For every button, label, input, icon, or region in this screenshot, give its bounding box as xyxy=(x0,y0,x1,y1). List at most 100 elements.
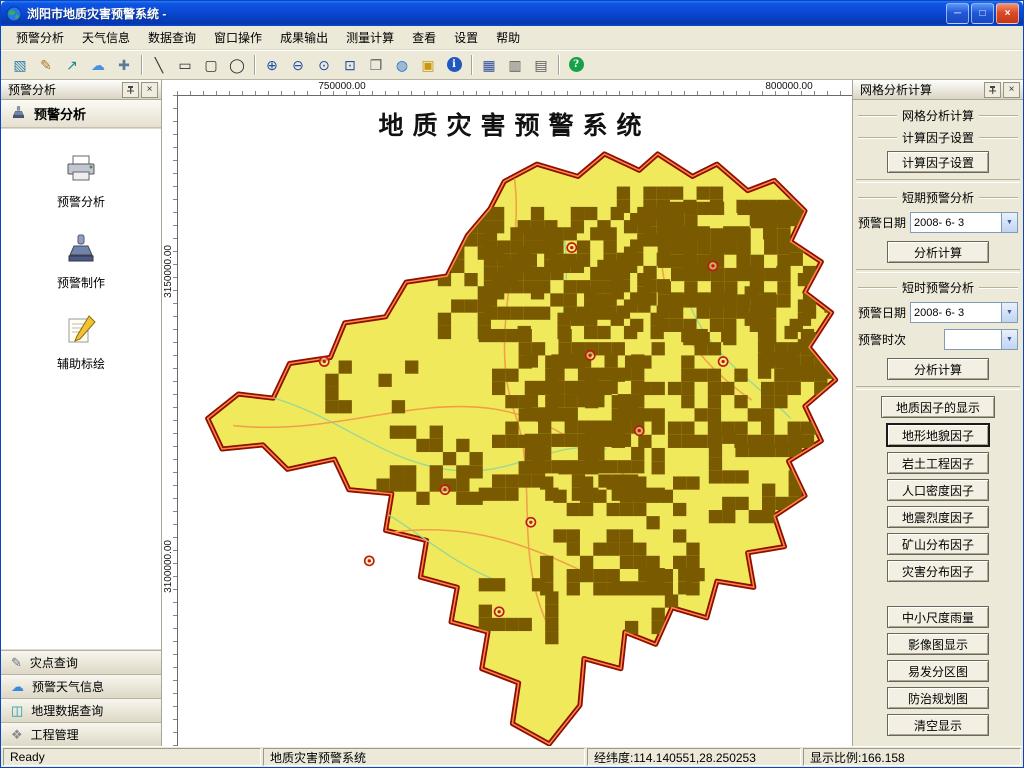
minimize-button[interactable]: ─ xyxy=(946,3,969,24)
btn-terrain-factor[interactable]: 地形地貌因子 xyxy=(886,423,990,447)
tool-aux-plot[interactable]: 辅助标绘 xyxy=(1,313,161,372)
chevron-down-icon[interactable]: ▼ xyxy=(1001,330,1017,349)
right-panel-titlebar: 网格分析计算 × xyxy=(853,80,1023,100)
draw-roundrect-icon[interactable]: ▢ xyxy=(199,53,223,77)
left-panel-header-label: 预警分析 xyxy=(34,104,86,123)
btn-susceptibility-zoning[interactable]: 易发分区图 xyxy=(887,660,989,682)
move-tool-icon[interactable]: ✚ xyxy=(112,53,136,77)
bar-warning-weather-info[interactable]: ☁ 预警天气信息 xyxy=(1,674,161,698)
short-time-caption: 短时预警分析 xyxy=(858,279,1018,296)
factor-display-button[interactable]: 地质因子的显示 xyxy=(881,396,995,418)
tool-warning-analysis-label: 预警分析 xyxy=(57,193,105,210)
chevron-down-icon[interactable]: ▼ xyxy=(1001,303,1017,322)
printer-icon xyxy=(64,151,98,188)
btn-meso-rainfall[interactable]: 中小尺度雨量 xyxy=(887,606,989,628)
right-panel: 网格分析计算 × 网格分析计算 计算因子设置 计算因子设置 xyxy=(852,80,1023,746)
left-panel-header[interactable]: 预警分析 xyxy=(1,100,161,128)
factor-setup-caption: 计算因子设置 xyxy=(858,129,1018,146)
tool-warning-produce-label: 预警制作 xyxy=(57,274,105,291)
btn-disaster-distribution-factor[interactable]: 灾害分布因子 xyxy=(887,560,989,582)
zoom-actual-icon[interactable]: ⊙ xyxy=(312,53,336,77)
short-time-analyze-button[interactable]: 分析计算 xyxy=(887,358,989,380)
map-area[interactable]: 750000.00 800000.00 3150000.00 3100000.0… xyxy=(162,80,852,746)
menu-result-output[interactable]: 成果输出 xyxy=(271,26,337,49)
menu-window-ops[interactable]: 窗口操作 xyxy=(205,26,271,49)
map-canvas[interactable] xyxy=(177,95,852,746)
tools-icon: ❖ xyxy=(11,728,23,741)
draw-ellipse-icon[interactable]: ◯ xyxy=(225,53,249,77)
pick-tool-icon[interactable]: ↗ xyxy=(60,53,84,77)
zoom-out-icon[interactable]: ⊖ xyxy=(286,53,310,77)
cloud-icon: ☁ xyxy=(11,680,24,693)
ruler-label-y1: 3150000.00 xyxy=(163,245,174,298)
draw-line-icon[interactable]: ╲ xyxy=(147,53,171,77)
right-panel-content: 网格分析计算 计算因子设置 计算因子设置 短期预警分析 预警日期 xyxy=(853,100,1023,746)
bar-project-management[interactable]: ❖工程管理 xyxy=(1,722,161,746)
divider xyxy=(856,179,1020,183)
left-panel-titlebar: 预警分析 × xyxy=(1,80,161,100)
close-button[interactable]: × xyxy=(996,3,1019,24)
layer-display-icon[interactable]: ▣ xyxy=(416,53,440,77)
pin-icon[interactable] xyxy=(984,82,1001,98)
btn-seismic-intensity-factor[interactable]: 地震烈度因子 xyxy=(887,506,989,528)
bar-disaster-point-query[interactable]: ✎灾点查询 xyxy=(1,650,161,674)
bar-geo-data-query[interactable]: ◫ 地理数据查询 xyxy=(1,698,161,722)
short-time-period-combo[interactable]: ▼ xyxy=(944,329,1018,350)
menu-view[interactable]: 查看 xyxy=(403,26,445,49)
short-term-caption: 短期预警分析 xyxy=(858,189,1018,206)
menu-measure-calc[interactable]: 测量计算 xyxy=(337,26,403,49)
menu-settings[interactable]: 设置 xyxy=(445,26,487,49)
draw-rectangle-icon[interactable]: ▭ xyxy=(173,53,197,77)
chevron-down-icon[interactable]: ▼ xyxy=(1001,213,1017,232)
database-icon: ◫ xyxy=(11,704,23,717)
btn-imagery-display[interactable]: 影像图显示 xyxy=(887,633,989,655)
main-area: 预警分析 × 预警分析 预警分析预警制作辅助标绘 ✎灾点查询 ☁ 预警天气信息 ◫ 地理… xyxy=(1,80,1023,746)
tool-warning-analysis[interactable]: 预警分析 xyxy=(1,151,161,210)
globe-icon[interactable]: ◍ xyxy=(390,53,414,77)
btn-mine-distribution-factor[interactable]: 矿山分布因子 xyxy=(887,533,989,555)
tool-warning-produce[interactable]: 预警制作 xyxy=(1,232,161,291)
menu-weather-info[interactable]: 天气信息 xyxy=(73,26,139,49)
short-term-analyze-button[interactable]: 分析计算 xyxy=(887,241,989,263)
cloud-annotation-icon[interactable]: ☁ xyxy=(86,53,110,77)
bar-warning-weather-info-label: 预警天气信息 xyxy=(32,678,104,695)
status-coordinates: 经纬度:114.140551,28.250253 xyxy=(587,748,801,766)
ruler-label-x1: 750000.00 xyxy=(318,81,365,92)
bar-disaster-point-query-label: 灾点查询 xyxy=(30,654,78,671)
select-region-icon[interactable]: ▧ xyxy=(8,53,32,77)
print-preview-icon[interactable]: ▥ xyxy=(503,53,527,77)
left-panel-title: 预警分析 xyxy=(8,81,120,98)
info-icon[interactable]: i xyxy=(442,53,466,77)
short-time-date-combo[interactable]: 2008- 6- 3 ▼ xyxy=(910,302,1018,323)
edit-feature-icon[interactable]: ✎ xyxy=(34,53,58,77)
right-panel-title: 网格分析计算 xyxy=(860,81,982,98)
restore-button[interactable]: □ xyxy=(971,3,994,24)
short-term-date-combo[interactable]: 2008- 6- 3 ▼ xyxy=(910,212,1018,233)
close-icon[interactable]: × xyxy=(1003,82,1020,98)
zoom-in-icon[interactable]: ⊕ xyxy=(260,53,284,77)
stamp-icon xyxy=(64,232,98,269)
grid-analysis-caption: 网格分析计算 xyxy=(858,107,1018,124)
print-icon[interactable]: ▤ xyxy=(529,53,553,77)
divider xyxy=(856,269,1020,273)
help-icon[interactable]: ? xyxy=(564,53,588,77)
toolbar-separator xyxy=(471,55,472,75)
btn-geotech-factor[interactable]: 岩土工程因子 xyxy=(887,452,989,474)
btn-clear-display[interactable]: 清空显示 xyxy=(887,714,989,736)
menu-help[interactable]: 帮助 xyxy=(487,26,529,49)
toolbar-separator xyxy=(141,55,142,75)
copy-view-icon[interactable]: ❐ xyxy=(364,53,388,77)
short-term-date-label: 预警日期 xyxy=(858,214,910,231)
left-panel-bars: ✎灾点查询 ☁ 预警天气信息 ◫ 地理数据查询 ❖工程管理 xyxy=(1,650,161,746)
factor-setup-button[interactable]: 计算因子设置 xyxy=(887,151,989,173)
btn-population-density-factor[interactable]: 人口密度因子 xyxy=(887,479,989,501)
menu-warning-analysis[interactable]: 预警分析 xyxy=(7,26,73,49)
zoom-window-icon[interactable]: ⊡ xyxy=(338,53,362,77)
menu-data-query[interactable]: 数据查询 xyxy=(139,26,205,49)
ruler-horizontal: 750000.00 800000.00 xyxy=(177,80,852,96)
chart-window-icon[interactable]: ▦ xyxy=(477,53,501,77)
close-icon[interactable]: × xyxy=(141,82,158,98)
btn-prevention-plan[interactable]: 防治规划图 xyxy=(887,687,989,709)
bar-geo-data-query-label: 地理数据查询 xyxy=(31,702,103,719)
pin-icon[interactable] xyxy=(122,82,139,98)
